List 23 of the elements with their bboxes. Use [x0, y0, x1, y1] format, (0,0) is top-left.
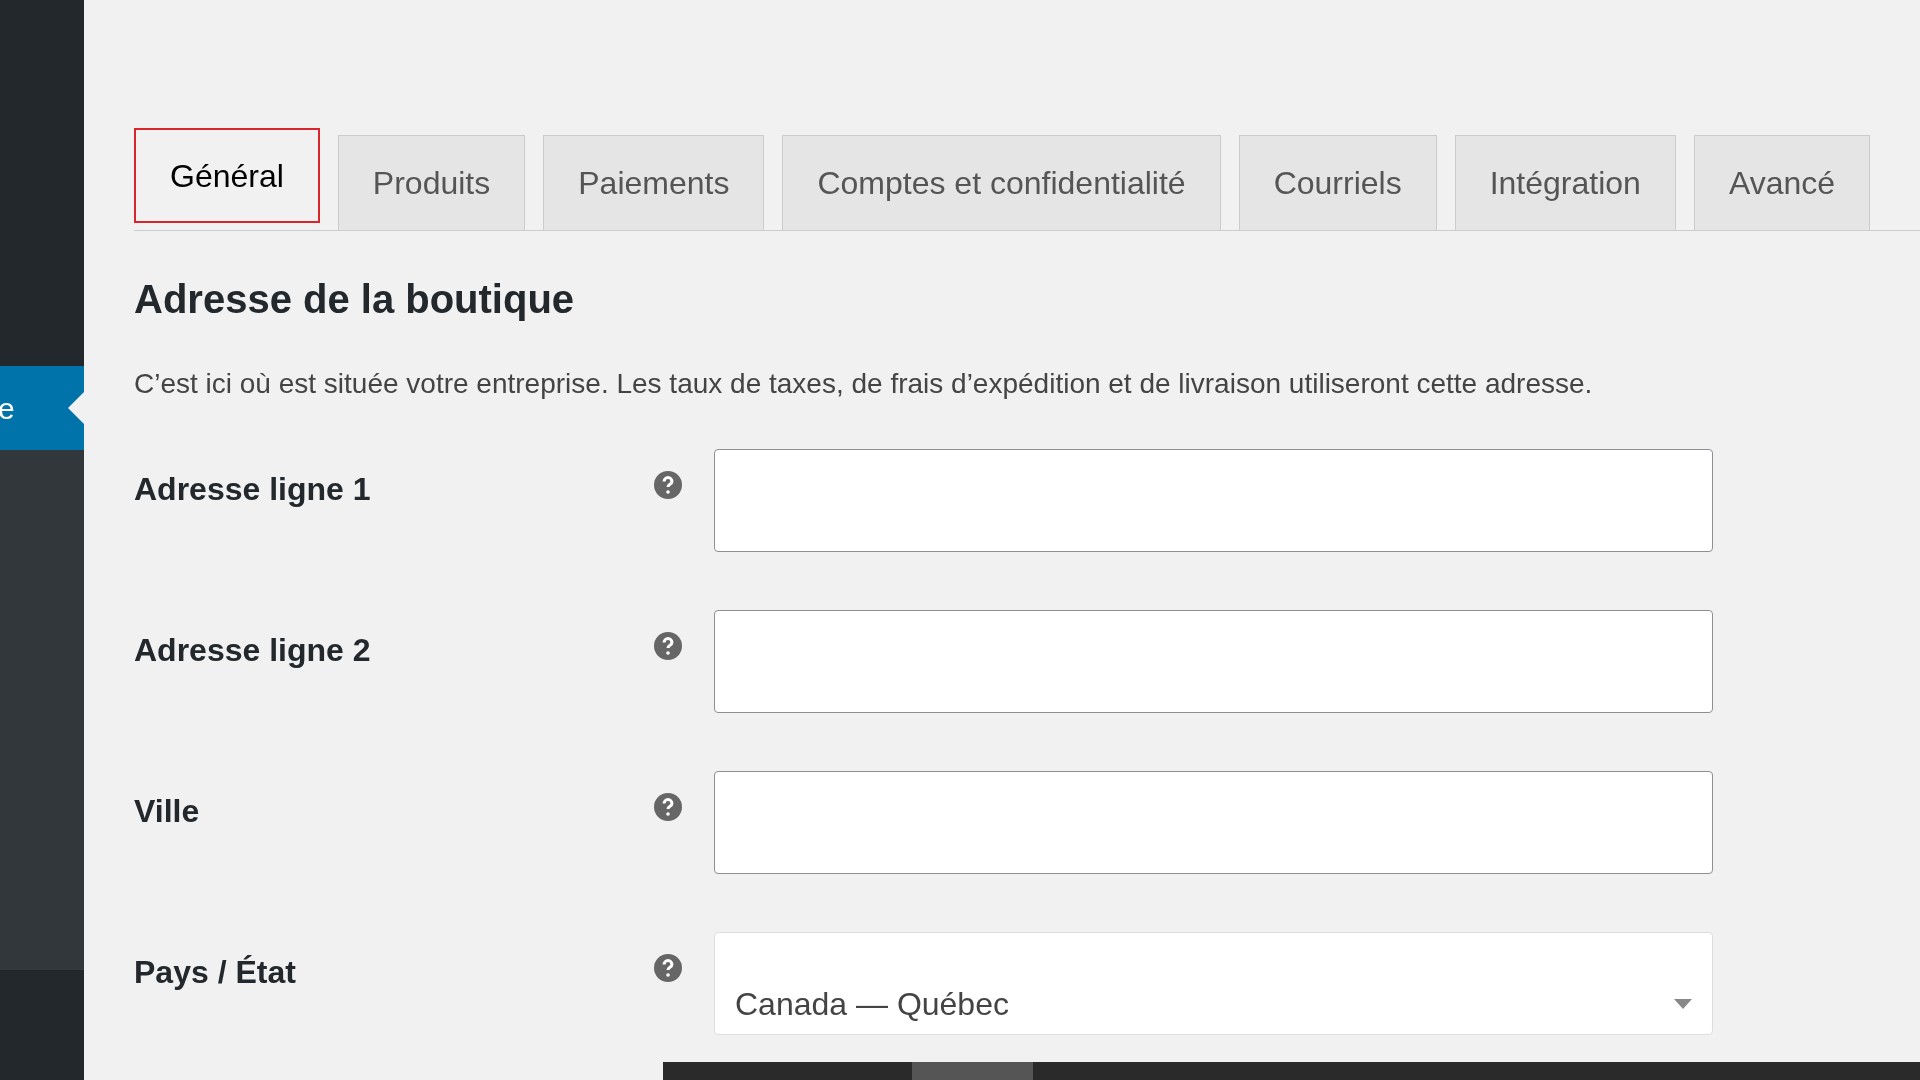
section-description: C’est ici où est située votre entreprise. Les taux de taxes, de frais d’expédition et de livraison utiliseront cette adresse. — [134, 367, 1594, 401]
help-icon[interactable] — [654, 793, 682, 821]
tab[interactable]: Comptes et confidentialité — [782, 135, 1221, 230]
horizontal-scrollbar[interactable] — [663, 1062, 1920, 1080]
tab[interactable]: Avancé — [1693, 135, 1871, 230]
tab[interactable]: Produits — [337, 135, 526, 230]
field-label: Adresse ligne 2 — [134, 631, 372, 670]
field-label: Pays / État — [134, 953, 297, 992]
help-icon[interactable] — [654, 632, 682, 660]
field-label: Ville — [134, 792, 201, 831]
tab[interactable]: Intégration — [1454, 135, 1676, 230]
country-select[interactable]: Canada — Québec — [714, 932, 1713, 1035]
tab[interactable]: Courriels — [1238, 135, 1437, 230]
section-title: Adresse de la boutique — [134, 276, 576, 323]
text-field[interactable] — [714, 449, 1713, 552]
tab[interactable]: Général — [134, 128, 320, 223]
text-field[interactable] — [714, 771, 1713, 874]
help-icon[interactable] — [654, 954, 682, 982]
field-label: Adresse ligne 1 — [134, 470, 372, 509]
text-field[interactable] — [714, 610, 1713, 713]
help-icon[interactable] — [654, 471, 682, 499]
sidebar-item[interactable]: e — [0, 366, 84, 450]
tab[interactable]: Paiements — [543, 135, 765, 230]
